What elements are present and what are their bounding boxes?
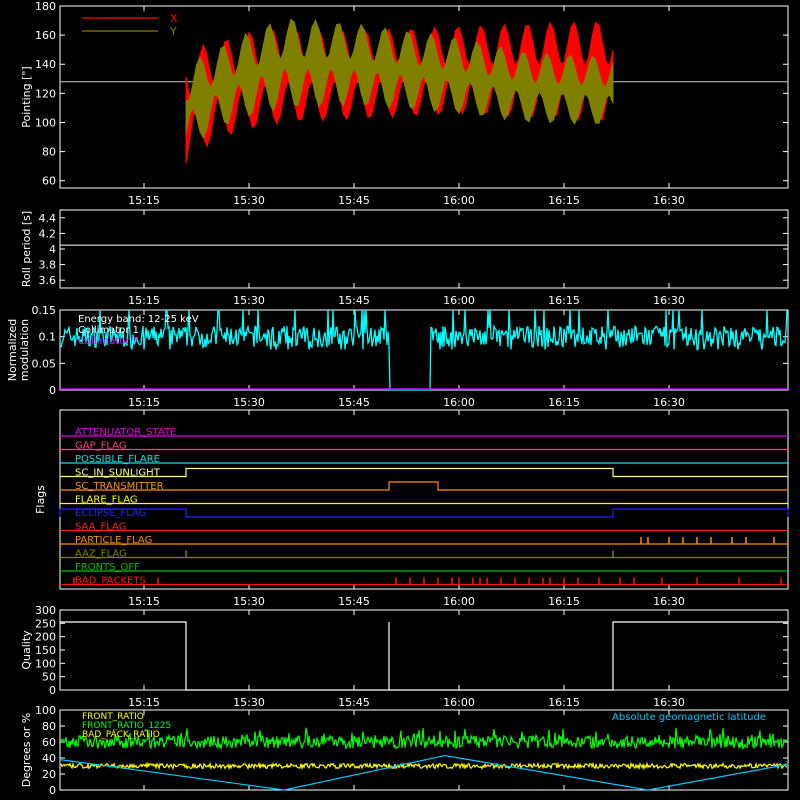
x-tick-label: 16:15	[548, 194, 580, 207]
y-tick-label: 4.2	[39, 227, 57, 240]
flag-label-eclipse-flag: ECLIPSE_FLAG	[75, 508, 146, 519]
x-tick-label: 15:45	[338, 396, 370, 409]
x-tick-label: 16:00	[443, 595, 475, 608]
y-tick-label: 100	[35, 657, 56, 670]
x-tick-label: 16:00	[443, 294, 475, 307]
y-tick-label: 250	[35, 617, 56, 630]
y-tick-label: 80	[42, 720, 56, 733]
y-tick-label: 0.05	[32, 357, 57, 370]
y-tick-label: 180	[35, 0, 56, 13]
y-tick-label: 0	[49, 784, 56, 797]
y-tick-label: 100	[35, 704, 56, 717]
y-tick-label: 160	[35, 29, 56, 42]
x-tick-label: 15:30	[233, 194, 265, 207]
y-tick-label: 60	[42, 175, 56, 188]
x-tick-label: 16:30	[653, 696, 685, 709]
y-axis-label: Flags	[34, 485, 47, 514]
y-tick-label: 150	[35, 644, 56, 657]
x-tick-label: 15:45	[338, 595, 370, 608]
legend-label-y: Y	[169, 25, 177, 38]
x-tick-label: 16:30	[653, 294, 685, 307]
y-axis-label: Degrees or %	[20, 713, 33, 787]
modulation-annotation: Energy band: 12-25 keV	[78, 314, 199, 325]
x-tick-label: 15:15	[128, 595, 160, 608]
y-tick-label: 40	[42, 752, 56, 765]
y-axis-label: Pointing ["]	[20, 66, 33, 127]
x-tick-label: 15:15	[128, 194, 160, 207]
y-tick-label: 300	[35, 604, 56, 617]
x-tick-label: 16:00	[443, 696, 475, 709]
figure: 15:15 15:30 15:45 16:00 16:15 16:30 60 80 100 120…	[0, 0, 800, 800]
y-tick-label: 0	[49, 684, 56, 697]
x-tick-label: 16:15	[548, 396, 580, 409]
y-tick-label: 0	[49, 384, 56, 397]
x-tick-label: 15:45	[338, 294, 370, 307]
y-tick-label: 3.6	[39, 274, 57, 287]
x-tick-label: 16:15	[548, 294, 580, 307]
legend-label-x: X	[170, 12, 178, 25]
x-tick-label: 15:30	[233, 294, 265, 307]
x-tick-label: 16:15	[548, 696, 580, 709]
modulation-annotation: Collimator 1	[78, 325, 139, 336]
y-tick-label: 200	[35, 631, 56, 644]
x-tick-label: 16:00	[443, 396, 475, 409]
y-tick-label: 120	[35, 87, 56, 100]
y-tick-label: 4	[49, 243, 56, 256]
x-tick-label: 16:30	[653, 396, 685, 409]
x-tick-label: 15:30	[233, 595, 265, 608]
legend-bad-pack-ratio: BAD_PACK_RATIO	[82, 730, 160, 740]
y-tick-label: 50	[42, 671, 56, 684]
x-tick-label: 15:15	[128, 294, 160, 307]
x-tick-label: 15:15	[128, 696, 160, 709]
modulation-annotation: Collimator 7	[78, 336, 139, 347]
y-tick-label: 80	[42, 146, 56, 159]
y-tick-label: 100	[35, 116, 56, 129]
x-tick-label: 16:30	[653, 595, 685, 608]
y-axis-label: modulation	[18, 319, 31, 381]
y-tick-label: 0.1	[39, 331, 57, 344]
x-tick-label: 15:15	[128, 396, 160, 409]
y-axis-label: Quality	[20, 630, 33, 670]
y-tick-label: 20	[42, 768, 56, 781]
x-tick-label: 16:15	[548, 595, 580, 608]
x-tick-label: 15:30	[233, 396, 265, 409]
latitude-annotation: Absolute geomagnetic latitude	[612, 712, 766, 723]
x-tick-label: 16:30	[653, 194, 685, 207]
x-tick-label: 15:45	[338, 194, 370, 207]
y-tick-label: 140	[35, 58, 56, 71]
y-tick-label: 4.4	[39, 212, 57, 225]
y-tick-label: 3.8	[39, 259, 57, 272]
x-tick-label: 15:30	[233, 696, 265, 709]
y-axis-label: Roll period [s]	[20, 211, 33, 287]
y-tick-label: 0.15	[32, 304, 57, 317]
x-tick-label: 15:45	[338, 696, 370, 709]
y-tick-label: 60	[42, 736, 56, 749]
x-tick-label: 16:00	[443, 194, 475, 207]
